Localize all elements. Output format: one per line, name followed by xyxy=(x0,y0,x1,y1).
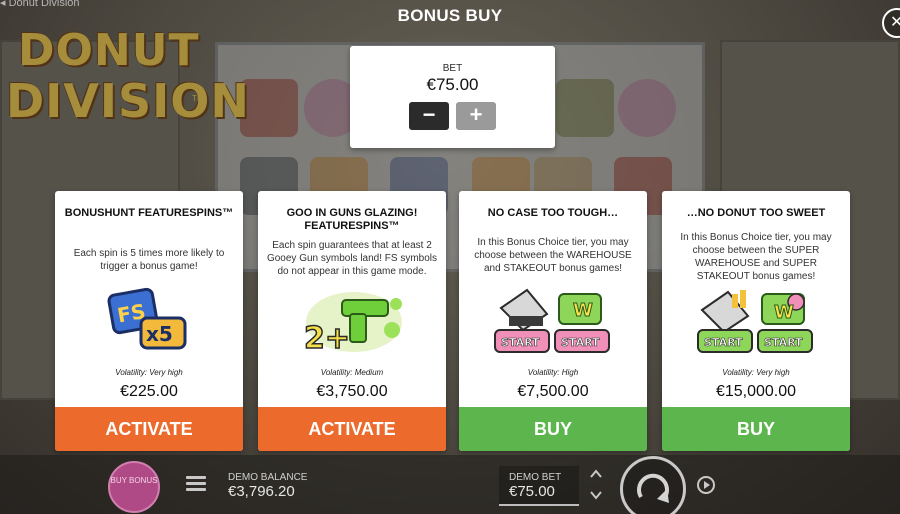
spin-icon xyxy=(637,473,669,503)
bonus-card-bonushunt: BONUSHUNT FEATURESPINS™ Each spin is 5 t… xyxy=(55,191,243,451)
activate-button[interactable]: ACTIVATE xyxy=(258,407,446,451)
spin-button[interactable] xyxy=(620,456,686,514)
autoplay-icon[interactable] xyxy=(695,474,717,496)
buy-button[interactable]: BUY xyxy=(662,407,850,451)
svg-text:W: W xyxy=(774,302,794,323)
card-title: …NO DONUT TOO SWEET xyxy=(686,207,826,219)
svg-text:x5: x5 xyxy=(146,322,173,346)
card-title: GOO IN GUNS GLAZING! FEATURESPINS™ xyxy=(286,207,418,232)
chevron-down-icon[interactable] xyxy=(588,487,604,503)
bonus-card-no-case-too-tough: NO CASE TOO TOUGH… In this Bonus Choice … xyxy=(459,191,647,451)
activate-button[interactable]: ACTIVATE xyxy=(55,407,243,451)
svg-text:2+: 2+ xyxy=(304,321,350,356)
card-volatility: Volatility: Very high xyxy=(722,368,790,377)
bonus-buy-title: BONUS BUY xyxy=(397,6,503,25)
start-badges-icon: W START START xyxy=(494,288,610,353)
demo-bet-value: €75.00 xyxy=(509,483,555,500)
demo-bet-label: DEMO BET xyxy=(509,472,562,483)
card-description: In this Bonus Choice tier, you may choos… xyxy=(474,237,632,274)
card-price: €7,500.00 xyxy=(517,383,589,400)
super-start-badges-icon: W START START xyxy=(697,290,813,353)
card-volatility: Volatility: Very high xyxy=(115,368,183,377)
start-badge-label: START xyxy=(561,336,600,349)
card-volatility: Volatility: High xyxy=(527,368,579,377)
decrease-bet-button[interactable]: − xyxy=(409,102,449,130)
card-title: NO CASE TOO TOUGH… xyxy=(487,207,619,219)
buy-button[interactable]: BUY xyxy=(459,407,647,451)
card-description: Each spin guarantees that at least 2 Goo… xyxy=(266,240,438,277)
menu-icon[interactable] xyxy=(186,476,206,492)
svg-text:W: W xyxy=(573,300,593,321)
start-badge-label: START xyxy=(704,336,743,349)
demo-balance-value: €3,796.20 xyxy=(228,483,295,500)
bet-value: €75.00 xyxy=(426,75,479,94)
bonus-card-no-donut-too-sweet: …NO DONUT TOO SWEET In this Bonus Choice… xyxy=(662,191,850,451)
bonus-card-goo-in-guns: GOO IN GUNS GLAZING! FEATURESPINS™ Each … xyxy=(258,191,446,451)
gooey-gun-icon: 2+ xyxy=(303,292,402,356)
demo-balance-label: DEMO BALANCE xyxy=(228,472,308,483)
card-description: Each spin is 5 times more likely to trig… xyxy=(73,248,225,272)
card-title: BONUSHUNT FEATURESPINS™ xyxy=(64,207,234,219)
fs-x5-icon: FS x5 xyxy=(107,287,187,350)
start-badge-label: START xyxy=(501,336,540,349)
card-description: In this Bonus Choice tier, you may choos… xyxy=(680,232,832,282)
card-volatility: Volatility: Medium xyxy=(320,368,384,377)
buy-bonus-button[interactable]: BUY BONUS xyxy=(108,461,160,513)
card-price: €15,000.00 xyxy=(715,383,797,400)
start-badge-label: START xyxy=(764,336,803,349)
card-price: €225.00 xyxy=(120,383,178,400)
chevron-up-icon[interactable] xyxy=(588,466,604,482)
bet-panel: BET €75.00 − + xyxy=(350,46,555,148)
bet-label: BET xyxy=(442,63,463,74)
card-price: €3,750.00 xyxy=(316,383,388,400)
increase-bet-button[interactable]: + xyxy=(456,102,496,130)
